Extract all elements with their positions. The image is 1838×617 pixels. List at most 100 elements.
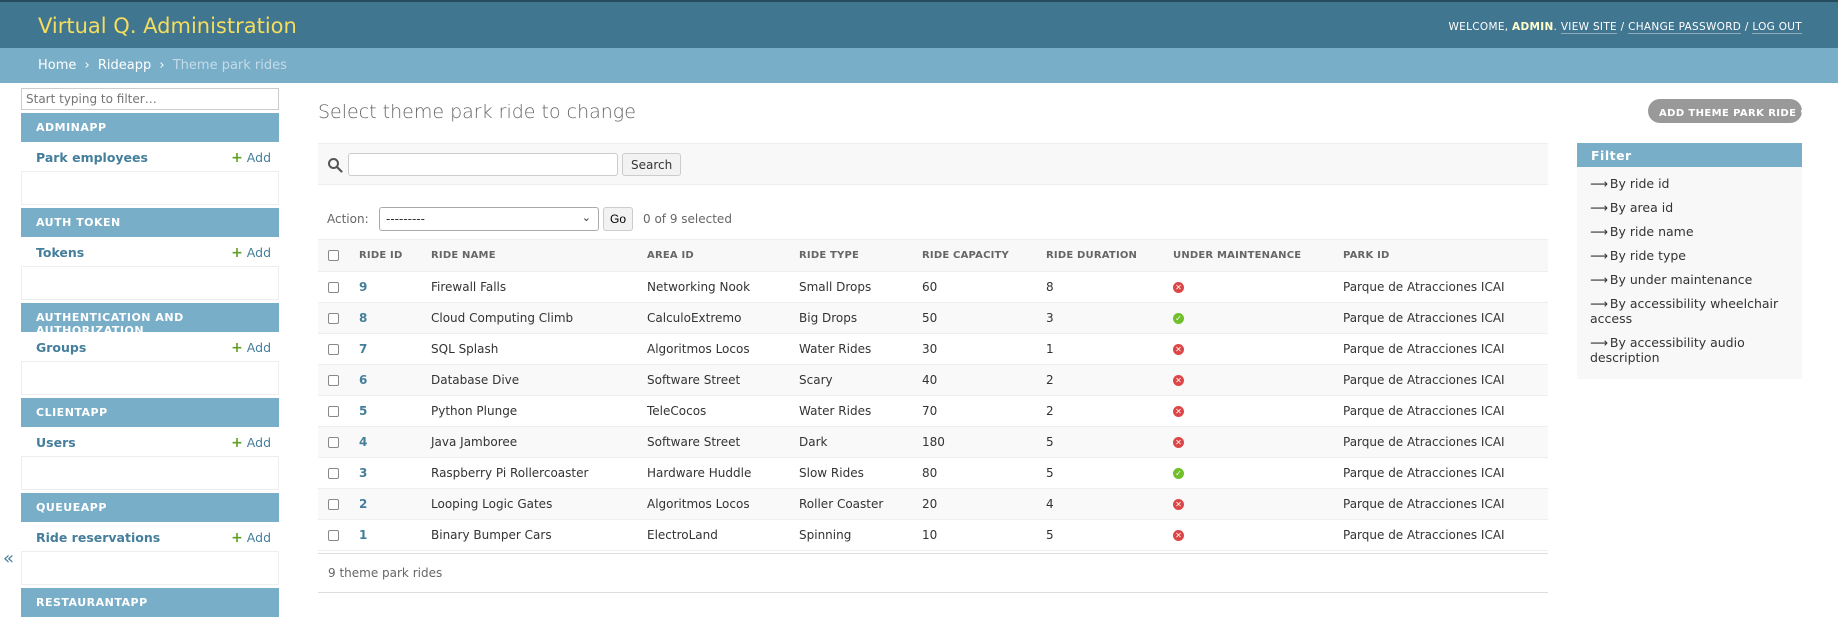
add-link[interactable]: + Add (231, 530, 271, 546)
add-link[interactable]: + Add (231, 245, 271, 261)
row-checkbox[interactable] (328, 499, 339, 510)
ride-capacity-cell: 20 (912, 488, 1036, 520)
x-circle-icon: ✕ (1173, 344, 1184, 355)
ride-id-link[interactable]: 4 (359, 435, 367, 449)
ride-capacity-cell: 30 (912, 333, 1036, 365)
x-circle-icon: ✕ (1173, 530, 1184, 541)
go-button[interactable]: Go (603, 207, 633, 231)
filter-item[interactable]: ⟶ By ride type (1577, 248, 1802, 263)
app-caption[interactable]: Queueapp (21, 493, 279, 522)
ride-id-link[interactable]: 8 (359, 311, 367, 325)
app-module-auth-token: Auth Token Tokens + Add (21, 208, 279, 300)
log-out-link[interactable]: Log out (1752, 21, 1802, 34)
add-label: Add (246, 150, 271, 165)
add-link[interactable]: + Add (231, 150, 271, 166)
add-label: Add (246, 340, 271, 355)
breadcrumb-current: Theme park rides (172, 58, 287, 73)
row-checkbox[interactable] (328, 406, 339, 417)
site-title[interactable]: Virtual Q. Administration (38, 14, 297, 38)
row-checkbox[interactable] (328, 468, 339, 479)
column-header[interactable]: Ride capacity (912, 239, 1036, 272)
row-checkbox[interactable] (328, 282, 339, 293)
row-checkbox[interactable] (328, 375, 339, 386)
model-link[interactable]: Park employees (36, 150, 148, 165)
column-header[interactable]: Ride ID (349, 239, 421, 272)
plus-icon: + (231, 435, 243, 451)
ride-type-cell: Dark (789, 426, 912, 458)
row-checkbox[interactable] (328, 313, 339, 324)
search-input[interactable] (348, 153, 618, 176)
row-checkbox-cell (318, 333, 349, 365)
ride-id-link[interactable]: 7 (359, 342, 367, 356)
collapse-icon[interactable]: « (3, 548, 14, 569)
nav-filter-input[interactable] (21, 88, 279, 110)
change-password-link[interactable]: Change password (1628, 21, 1742, 34)
ride-capacity-cell: 40 (912, 364, 1036, 396)
ride-type-cell: Scary (789, 364, 912, 396)
app-caption[interactable]: Authentication and Authorization (21, 303, 279, 337)
add-link[interactable]: + Add (231, 435, 271, 451)
add-theme-park-ride-button[interactable]: Add theme park ride ✚ (1648, 99, 1811, 123)
add-link[interactable]: + Add (231, 340, 271, 356)
row-checkbox[interactable] (328, 530, 339, 541)
row-checkbox[interactable] (328, 437, 339, 448)
column-header[interactable]: Under maintenance (1163, 239, 1333, 272)
table-header-row: Ride ID Ride name Area ID Ride type Ride… (318, 239, 1548, 272)
column-header[interactable]: Park ID (1333, 239, 1548, 272)
filter-item-label: By ride id (1609, 176, 1670, 191)
ride-capacity-cell: 60 (912, 271, 1036, 303)
row-checkbox[interactable] (328, 344, 339, 355)
ride-type-cell: Slow Rides (789, 457, 912, 489)
ride-id-link[interactable]: 3 (359, 466, 367, 480)
app-caption[interactable]: Adminapp (21, 113, 279, 142)
filter-item[interactable]: ⟶ By under maintenance (1577, 272, 1802, 287)
column-header[interactable]: Ride duration (1036, 239, 1163, 272)
ride-id-link[interactable]: 1 (359, 528, 367, 542)
filter-item[interactable]: ⟶ By area id (1577, 200, 1802, 215)
check-circle-icon: ✓ (1173, 468, 1184, 479)
ride-duration-cell: 5 (1036, 457, 1163, 489)
model-link[interactable]: Ride reservations (36, 530, 160, 545)
breadcrumb-app[interactable]: Rideapp (98, 58, 151, 73)
ride-id-link[interactable]: 6 (359, 373, 367, 387)
model-link[interactable]: Tokens (36, 245, 84, 260)
ride-id-link[interactable]: 9 (359, 280, 367, 294)
x-circle-icon: ✕ (1173, 406, 1184, 417)
model-link[interactable]: Users (36, 435, 76, 450)
filter-item[interactable]: ⟶ By accessibility wheelchair access (1577, 296, 1802, 326)
select-all-checkbox[interactable] (328, 249, 339, 261)
app-caption[interactable]: Clientapp (21, 398, 279, 427)
breadcrumb-home[interactable]: Home (38, 58, 76, 73)
app-caption[interactable]: Auth Token (21, 208, 279, 237)
filter-item-label: By ride type (1609, 248, 1687, 263)
column-header[interactable]: Ride type (789, 239, 912, 272)
action-label: Action: (327, 212, 369, 226)
action-select[interactable]: --------- ⌄ (379, 207, 599, 231)
ride-capacity-cell: 50 (912, 302, 1036, 334)
app-module-auth: Authentication and Authorization Groups … (21, 303, 279, 395)
result-table: Ride ID Ride name Area ID Ride type Ride… (318, 239, 1548, 551)
ride-capacity-cell: 70 (912, 395, 1036, 427)
search-button[interactable]: Search (622, 153, 682, 176)
row-checkbox-cell (318, 271, 349, 303)
view-site-link[interactable]: View site (1560, 21, 1617, 34)
table-row: 6 Database Dive Software Street Scary 40 2 ✕ Pa… (318, 364, 1548, 396)
ride-name-cell: Firewall Falls (421, 271, 637, 303)
column-header[interactable]: Area ID (637, 239, 789, 272)
sidebar-item-groups: Groups + Add (21, 332, 279, 362)
maintenance-cell: ✕ (1163, 271, 1333, 303)
ride-capacity-cell: 80 (912, 457, 1036, 489)
plus-icon: ✚ (1800, 105, 1812, 120)
ride-id-link[interactable]: 2 (359, 497, 367, 511)
app-caption[interactable]: Restaurantapp (21, 588, 279, 617)
module-spacer (21, 457, 279, 490)
model-link[interactable]: Groups (36, 340, 86, 355)
ride-id-link[interactable]: 5 (359, 404, 367, 418)
arrow-right-icon: ⟶ (1590, 224, 1608, 239)
ride-name-cell: Cloud Computing Climb (421, 302, 637, 334)
column-header[interactable]: Ride name (421, 239, 637, 272)
filter-item[interactable]: ⟶ By accessibility audio description (1577, 335, 1802, 365)
filter-item[interactable]: ⟶ By ride id (1577, 176, 1802, 191)
ride-duration-cell: 4 (1036, 488, 1163, 520)
filter-item[interactable]: ⟶ By ride name (1577, 224, 1802, 239)
